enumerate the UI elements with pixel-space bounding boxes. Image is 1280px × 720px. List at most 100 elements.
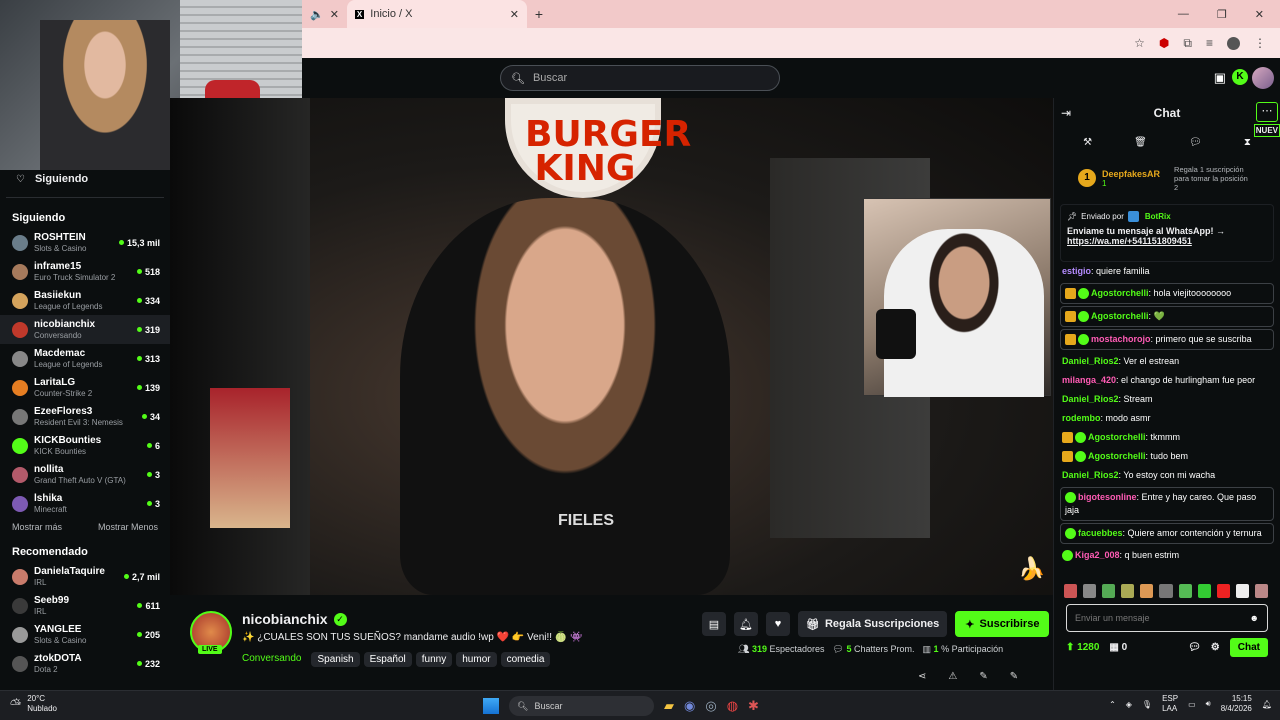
chat-message[interactable]: Daniel_Rios2: Yo estoy con mi wacha — [1054, 466, 1280, 485]
reading-list-icon[interactable]: ≡ — [1206, 36, 1213, 50]
edit-icon[interactable]: ✎ — [1010, 671, 1018, 682]
steam-icon[interactable]: ◎ — [705, 698, 716, 714]
chat-message[interactable]: Kiga2_008: q buen estrim — [1054, 546, 1280, 565]
chat-message[interactable]: rodembo: modo asmr — [1054, 409, 1280, 428]
address-bar[interactable]: ☆ ⬢ ⧉ ≡ ⋮ — [302, 28, 1280, 58]
discord-icon[interactable]: ◉ — [684, 698, 695, 714]
taskbar-search[interactable]: 🔍︎ Buscar — [509, 696, 654, 716]
chat-message[interactable]: Daniel_Rios2: Ver el estrean — [1054, 352, 1280, 371]
show-less-link[interactable]: Mostrar Menos — [98, 522, 158, 532]
chat-message[interactable]: facuebbes: Quiere amor contención y tern… — [1060, 523, 1274, 544]
sidebar-channel[interactable]: inframe15 Euro Truck Simulator 2 518 — [0, 257, 170, 286]
new-tab-button[interactable]: + — [527, 6, 551, 22]
kick-logo-icon[interactable]: K — [1232, 69, 1248, 85]
chat-username[interactable]: Agostorchelli — [1088, 451, 1146, 461]
sidebar-channel[interactable]: LaritaLG Counter-Strike 2 139 — [0, 373, 170, 402]
follow-heart-icon[interactable]: ♥ — [766, 612, 790, 636]
sidebar-channel[interactable]: Seeb99 IRL 611 — [0, 591, 170, 620]
channel-name[interactable]: nicobianchix — [242, 611, 328, 627]
sidebar-channel[interactable]: nicobianchix Conversando 319 — [0, 315, 170, 344]
chat-message[interactable]: bigotesonline: Entre y hay careo. Que pa… — [1060, 487, 1274, 521]
show-more-link[interactable]: Mostrar más — [12, 522, 62, 532]
mute-icon[interactable]: ✎ — [979, 671, 987, 682]
browser-tab-kick[interactable]: 🔈 ✕ — [302, 0, 347, 28]
clip-icon[interactable]: ▤ — [702, 612, 726, 636]
sidebar-channel[interactable]: DanielaTaquire IRL 2,7 mil — [0, 562, 170, 591]
emote-icon[interactable] — [1083, 584, 1097, 598]
chat-message[interactable]: milanga_420: el chango de hurlingham fue… — [1054, 371, 1280, 390]
windows-start-icon[interactable] — [483, 698, 499, 714]
sidebar-channel[interactable]: ztokDOTA Dota 2 232 — [0, 649, 170, 678]
emote-icon[interactable] — [1064, 584, 1078, 598]
app-icon[interactable]: ✱ — [748, 698, 759, 714]
share-icon[interactable]: ⋖ — [918, 671, 926, 682]
stream-tag[interactable]: Spanish — [311, 652, 360, 667]
mod-icon[interactable]: ⚒ — [1083, 137, 1092, 148]
bell-icon[interactable]: 🔔︎ — [734, 612, 758, 636]
bookmark-star-icon[interactable]: ☆ — [1134, 36, 1145, 50]
chrome-icon[interactable]: ◍ — [727, 698, 738, 714]
chat-message[interactable]: Agostorchelli: tudo bem — [1054, 447, 1280, 466]
puzzle-icon[interactable]: ⧉ — [1183, 36, 1192, 51]
bubble-icon[interactable]: 💬︎ — [1189, 137, 1202, 148]
close-icon[interactable]: ✕ — [330, 8, 339, 21]
report-icon[interactable]: ⚠ — [948, 671, 957, 682]
file-explorer-icon[interactable]: ▰ — [664, 698, 674, 714]
notification-icon[interactable]: 🔔︎ — [1262, 700, 1272, 709]
emote-icon[interactable] — [1197, 584, 1211, 598]
search-input[interactable]: 🔍︎ Buscar — [500, 65, 780, 91]
stream-tag[interactable]: comedia — [500, 652, 551, 667]
extension-icon[interactable]: ⬢ — [1159, 36, 1169, 50]
chat-message[interactable]: Agostorchelli: hola viejitoooooooo — [1060, 283, 1274, 304]
network-icon[interactable]: ▭ — [1188, 700, 1196, 709]
settings-gear-icon[interactable]: ⚙ — [1211, 642, 1220, 653]
timer-icon[interactable]: ⧗ — [1244, 137, 1251, 148]
chat-username[interactable]: facuebbes — [1078, 528, 1123, 538]
chat-username[interactable]: Kiga2_008 — [1075, 550, 1120, 560]
other-points-display[interactable]: ▦ 0 — [1109, 642, 1127, 653]
subscribe-button[interactable]: ✦ Suscribirse — [955, 611, 1050, 637]
emote-icon[interactable] — [1121, 584, 1135, 598]
sidebar-channel[interactable]: EzeeFlores3 Resident Evil 3: Nemesis 34 — [0, 402, 170, 431]
trash-icon[interactable]: 🗑︎ — [1134, 137, 1147, 148]
chat-message[interactable]: mostachorojo: primero que se suscriba — [1060, 329, 1274, 350]
chat-username[interactable]: rodembo — [1062, 413, 1101, 423]
emote-icon[interactable] — [1159, 584, 1173, 598]
chat-username[interactable]: Agostorchelli — [1091, 288, 1149, 298]
chat-username[interactable]: Daniel_Rios2 — [1062, 356, 1119, 366]
gift-subs-button[interactable]: 🎁︎ Regala Suscripciones — [798, 611, 948, 637]
emote-icon[interactable] — [1216, 584, 1230, 598]
maximize-icon[interactable]: ❐ — [1217, 8, 1227, 21]
chat-username[interactable]: Daniel_Rios2 — [1062, 394, 1119, 404]
emote-icon[interactable] — [1178, 584, 1192, 598]
minimize-icon[interactable]: — — [1178, 8, 1189, 21]
mic-icon[interactable]: 🎙︎ — [1142, 700, 1152, 709]
menu-icon[interactable]: ⋮ — [1254, 36, 1266, 50]
chat-username[interactable]: Daniel_Rios2 — [1062, 470, 1119, 480]
chat-message[interactable]: Agostorchelli: 💚 — [1060, 306, 1274, 327]
emoji-icon[interactable]: ☻ — [1250, 613, 1259, 623]
sidebar-channel[interactable]: Basiiekun League of Legends 334 — [0, 286, 170, 315]
tray-app-icon[interactable]: ◈ — [1126, 700, 1132, 709]
chat-options-icon[interactable]: ⋯ — [1256, 102, 1278, 122]
following-header[interactable]: ♡ Siguiendo — [0, 171, 170, 187]
weather-icon[interactable]: ⛅︎ — [10, 696, 21, 713]
emote-icon[interactable] — [1140, 584, 1154, 598]
emote-icon[interactable] — [1254, 584, 1269, 598]
chat-username[interactable]: Agostorchelli — [1091, 311, 1149, 321]
stream-tag[interactable]: humor — [456, 652, 497, 667]
stream-tag[interactable]: Español — [363, 652, 412, 667]
chat-message[interactable]: Agostorchelli: tkmmm — [1054, 428, 1280, 447]
sidebar-channel[interactable]: Macdemac League of Legends 313 — [0, 344, 170, 373]
tray-chevron-icon[interactable]: ⌃ — [1109, 700, 1116, 709]
chat-message[interactable]: Daniel_Rios2: Stream — [1054, 390, 1280, 409]
emote-icon[interactable] — [1235, 584, 1249, 598]
close-icon[interactable]: ✕ — [510, 8, 519, 21]
collapse-chat-icon[interactable]: ⇥ — [1061, 106, 1071, 120]
user-avatar[interactable] — [1252, 67, 1274, 89]
close-window-icon[interactable]: ✕ — [1255, 8, 1264, 21]
browser-tab-x[interactable]: X Inicio / X ✕ — [346, 0, 527, 28]
profile-icon[interactable] — [1227, 36, 1240, 50]
send-chat-button[interactable]: Chat — [1229, 638, 1268, 657]
pinned-link[interactable]: https://wa.me/+541151809451 — [1067, 236, 1267, 246]
